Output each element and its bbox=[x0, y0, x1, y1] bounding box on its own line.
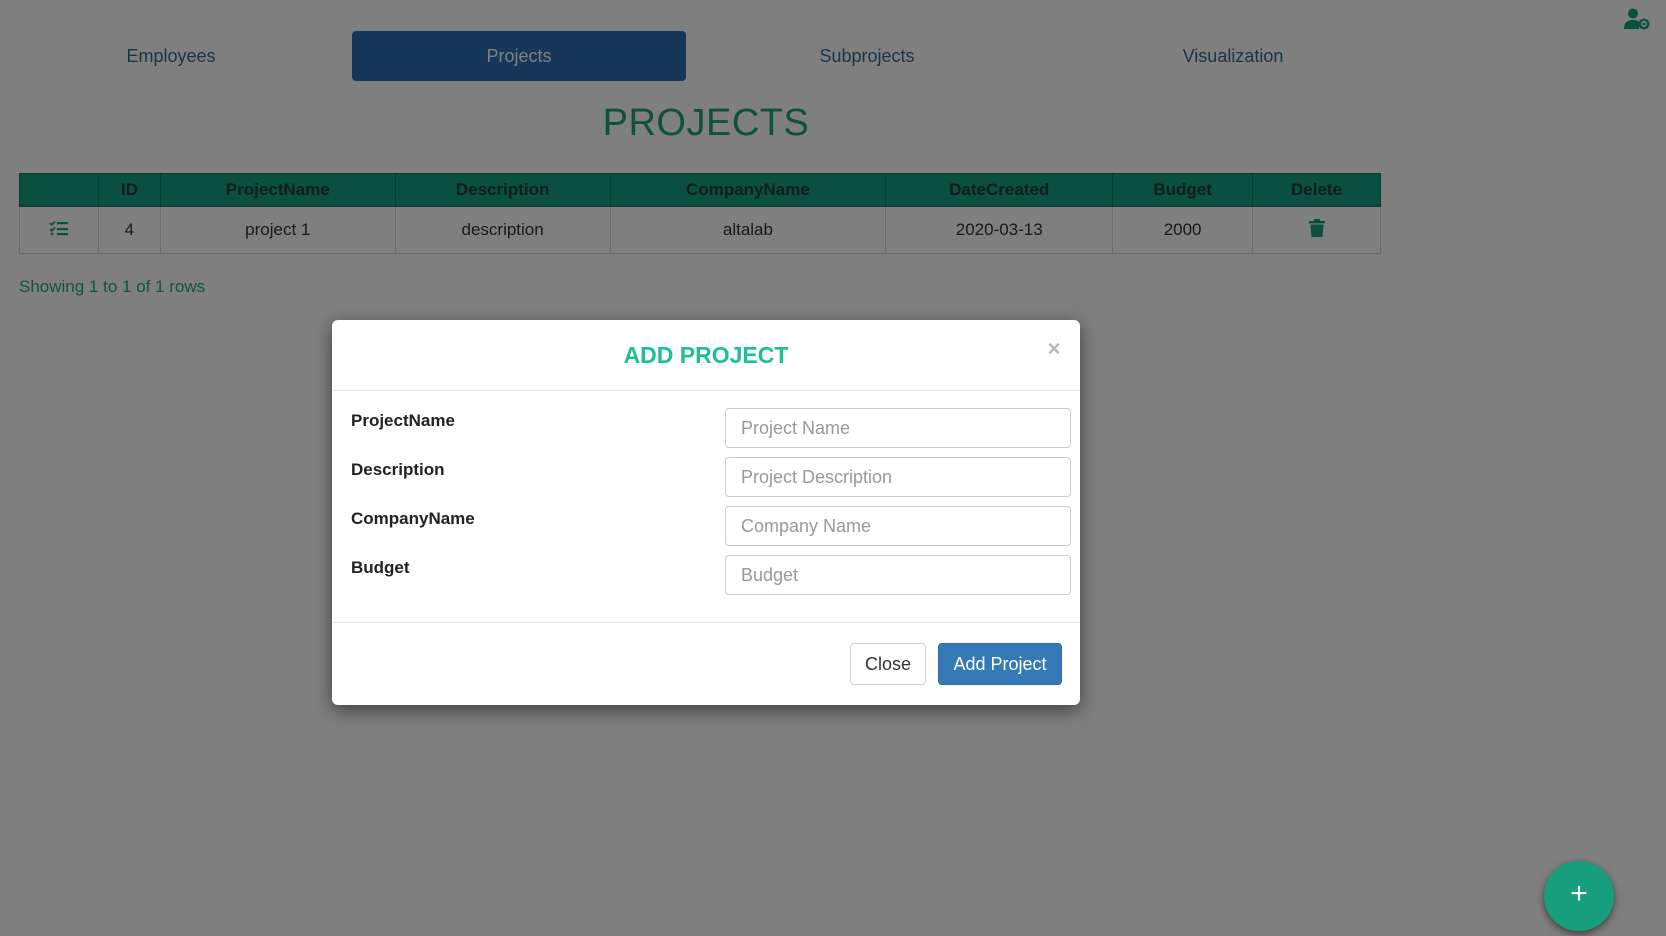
modal-header: ADD PROJECT × bbox=[332, 320, 1080, 391]
budget-label: Budget bbox=[351, 558, 410, 577]
companyname-input[interactable] bbox=[725, 506, 1071, 546]
close-icon[interactable]: × bbox=[1043, 338, 1065, 360]
projectname-label: ProjectName bbox=[351, 411, 455, 430]
add-fab-button[interactable]: + bbox=[1544, 861, 1614, 931]
modal-title: ADD PROJECT bbox=[623, 342, 789, 368]
add-project-button[interactable]: Add Project bbox=[938, 643, 1062, 685]
projectname-input[interactable] bbox=[725, 408, 1071, 448]
app-page: Employees Projects Subprojects Visualiza… bbox=[0, 0, 1666, 936]
description-label: Description bbox=[351, 460, 445, 479]
plus-icon: + bbox=[1570, 877, 1588, 910]
close-button[interactable]: Close bbox=[850, 643, 926, 685]
companyname-label: CompanyName bbox=[351, 509, 475, 528]
modal-footer: Close Add Project bbox=[332, 622, 1080, 706]
budget-input[interactable] bbox=[725, 555, 1071, 595]
description-input[interactable] bbox=[725, 457, 1071, 497]
add-project-modal: ADD PROJECT × ProjectName Description Co… bbox=[332, 320, 1080, 705]
